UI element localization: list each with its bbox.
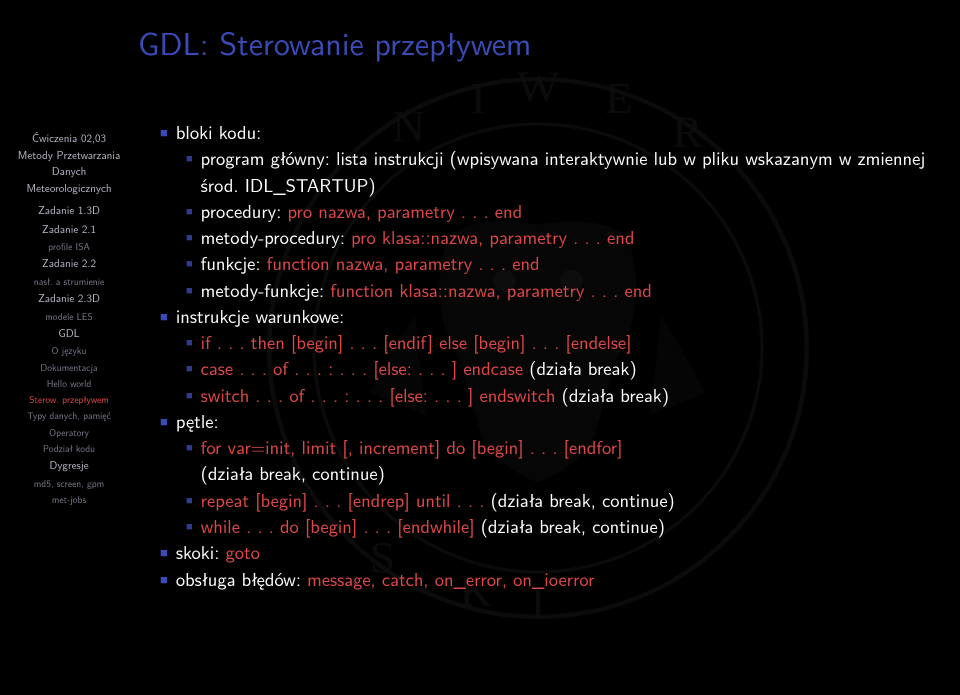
sidebar-item[interactable]: O języku xyxy=(10,343,128,357)
sidebar-item[interactable]: Zadanie 2.3D xyxy=(10,290,128,307)
code-text: pro nazwa, parametry . . . end xyxy=(288,197,523,224)
sidebar-item[interactable]: Operatory xyxy=(10,425,128,439)
sidebar-nav: Ćwiczenia 02,03 Metody Przetwarzania Dan… xyxy=(10,130,128,508)
bullet-icon: ■ xyxy=(160,124,168,142)
bullet-icon: ■ xyxy=(186,151,193,167)
list-item: pętle: xyxy=(176,408,219,434)
list-item-label: skoki: xyxy=(176,538,226,565)
bullet-icon: ■ xyxy=(186,283,193,299)
bullet-icon: ■ xyxy=(186,204,193,220)
presentation-title-line: Metody Przetwarzania Danych Meteorologic… xyxy=(10,147,128,197)
code-text: function nazwa, parametry . . . end xyxy=(267,249,540,276)
code-text: while . . . do [begin] . . . [endwhile] xyxy=(201,512,475,539)
bullet-icon: ■ xyxy=(160,544,168,562)
code-text: function klasa::nazwa, parametry . . . e… xyxy=(330,276,652,303)
bullet-icon: ■ xyxy=(186,256,193,272)
code-text: if . . . then [begin] . . . [endif] else… xyxy=(201,329,632,355)
list-item: bloki kodu: xyxy=(176,119,261,145)
sidebar-item[interactable]: Dygresje xyxy=(10,457,128,474)
presentation-title-line: Ćwiczenia 02,03 xyxy=(10,130,128,147)
note-text: (działa break) xyxy=(555,381,669,408)
list-item-label: metody-procedury: xyxy=(201,223,351,250)
sidebar-item[interactable]: Typy danych, pamięć xyxy=(10,408,128,422)
list-item-label: obsługa błędów: xyxy=(176,565,307,592)
bullet-icon: ■ xyxy=(160,308,168,326)
code-text: switch . . . of . . . : . . . [else: . .… xyxy=(201,381,556,408)
bullet-icon: ■ xyxy=(186,361,193,377)
sidebar-item[interactable]: Sterow. przepływem xyxy=(10,392,128,406)
code-text: repeat [begin] . . . [endrep] until . . … xyxy=(201,486,491,513)
note-text: (działa break, continue) xyxy=(201,459,385,486)
sidebar-item[interactable]: met-jobs xyxy=(10,492,128,506)
note-text: (działa break, continue) xyxy=(491,486,675,513)
sidebar-item[interactable]: profile ISA xyxy=(10,239,128,253)
code-text: for var=init, limit [, increment] do [be… xyxy=(201,433,623,460)
bullet-icon: ■ xyxy=(186,440,193,456)
code-text: goto xyxy=(226,538,260,565)
bullet-icon: ■ xyxy=(186,519,193,535)
list-item-label: funkcje: xyxy=(201,249,267,276)
sidebar-item[interactable]: Hello world xyxy=(10,376,128,390)
list-item: program główny: lista instrukcji (wpisyw… xyxy=(201,145,938,198)
list-item-label: metody-funkcje: xyxy=(201,276,331,303)
code-text: message, catch, on_error, on_ioerror xyxy=(307,565,594,592)
sidebar-item[interactable]: Zadanie 1.3D xyxy=(10,202,128,219)
bullet-icon: ■ xyxy=(186,230,193,246)
bullet-icon: ■ xyxy=(160,413,168,431)
bullet-icon: ■ xyxy=(186,335,193,351)
sidebar-item[interactable]: GDL xyxy=(10,325,128,342)
bullet-icon: ■ xyxy=(186,493,193,509)
sidebar-item[interactable]: nasł. a strumienie xyxy=(10,274,128,288)
slide-title: GDL: Sterowanie przepływem xyxy=(138,18,938,65)
note-text: (działa break) xyxy=(523,354,637,381)
bullet-icon: ■ xyxy=(160,571,168,589)
sidebar-item[interactable]: Podział kodu xyxy=(10,441,128,455)
code-text: case . . . of . . . : . . . [else: . . .… xyxy=(201,354,523,381)
slide-body: ■ bloki kodu: ■ program główny: lista in… xyxy=(138,119,938,592)
sidebar-item[interactable]: Zadanie 2.2 xyxy=(10,255,128,272)
sidebar-item[interactable]: Zadanie 2.1 xyxy=(10,221,128,238)
sidebar-item[interactable]: modele LES xyxy=(10,309,128,323)
sidebar-item[interactable]: md5, screen, gpm xyxy=(10,476,128,490)
sidebar-item[interactable]: Dokumentacja xyxy=(10,360,128,374)
list-item-label: procedury: xyxy=(201,197,288,224)
list-item: instrukcje warunkowe: xyxy=(176,303,344,329)
code-text: pro klasa::nazwa, parametry . . . end xyxy=(351,223,634,250)
bullet-icon: ■ xyxy=(186,388,193,404)
note-text: (działa break, continue) xyxy=(475,512,665,539)
